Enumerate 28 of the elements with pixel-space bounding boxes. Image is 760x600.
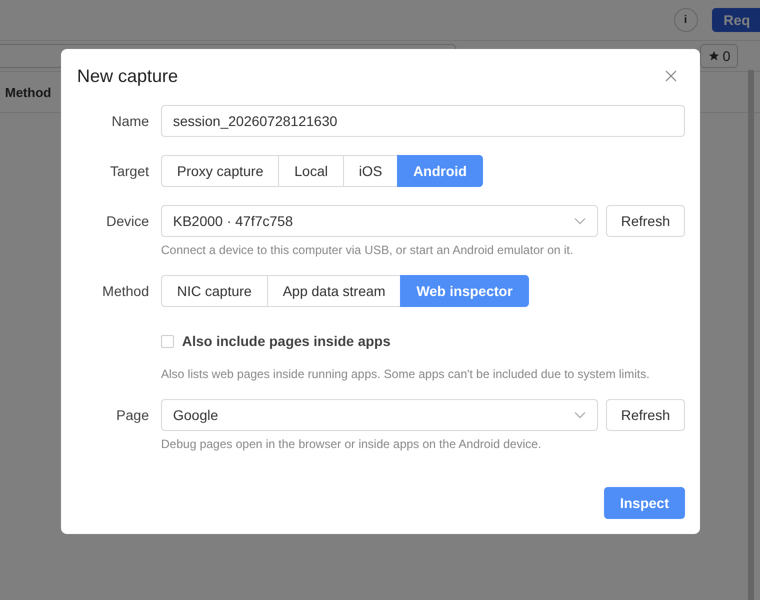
column-header: Method [5,84,52,100]
star-icon [708,50,720,62]
field-label: Device [105,213,149,229]
checkbox-label[interactable]: Also include pages inside apps [182,333,390,349]
field-label: Method [101,283,149,299]
hint-text: Also lists web pages inside running apps. Some apps can't be included due to system limits. [161,367,651,381]
info-button[interactable]: i [674,8,698,32]
hint-text: Debug pages open in the browser or inside apps on the Android device. [161,437,542,451]
refresh-button[interactable]: Refresh [606,205,685,237]
chevron-down-icon [574,411,586,419]
select-field[interactable]: Google [161,399,598,431]
segment-option[interactable]: Local [278,155,344,187]
field-label: Target [109,163,149,179]
close-icon[interactable] [665,70,677,82]
field-label: Name [110,113,149,129]
name-field[interactable]: session_20260728121630 [161,105,685,137]
segment-option[interactable]: NIC capture [161,275,268,307]
segment-option[interactable]: iOS [342,155,398,187]
refresh-button[interactable]: Refresh [606,399,685,431]
segment-option[interactable]: Proxy capture [161,155,280,187]
dialog-title: New capture [77,66,178,86]
checkbox[interactable] [161,334,174,348]
hint-text: Connect a device to this computer via USB, or start an Android emulator on it. [161,243,574,257]
chevron-down-icon [574,217,586,225]
field-label: Page [115,407,149,423]
segment-option[interactable]: App data stream [266,275,402,307]
star-button[interactable]: 0 [700,44,738,68]
select-field[interactable]: KB2000 · 47f7c758 [161,205,598,237]
